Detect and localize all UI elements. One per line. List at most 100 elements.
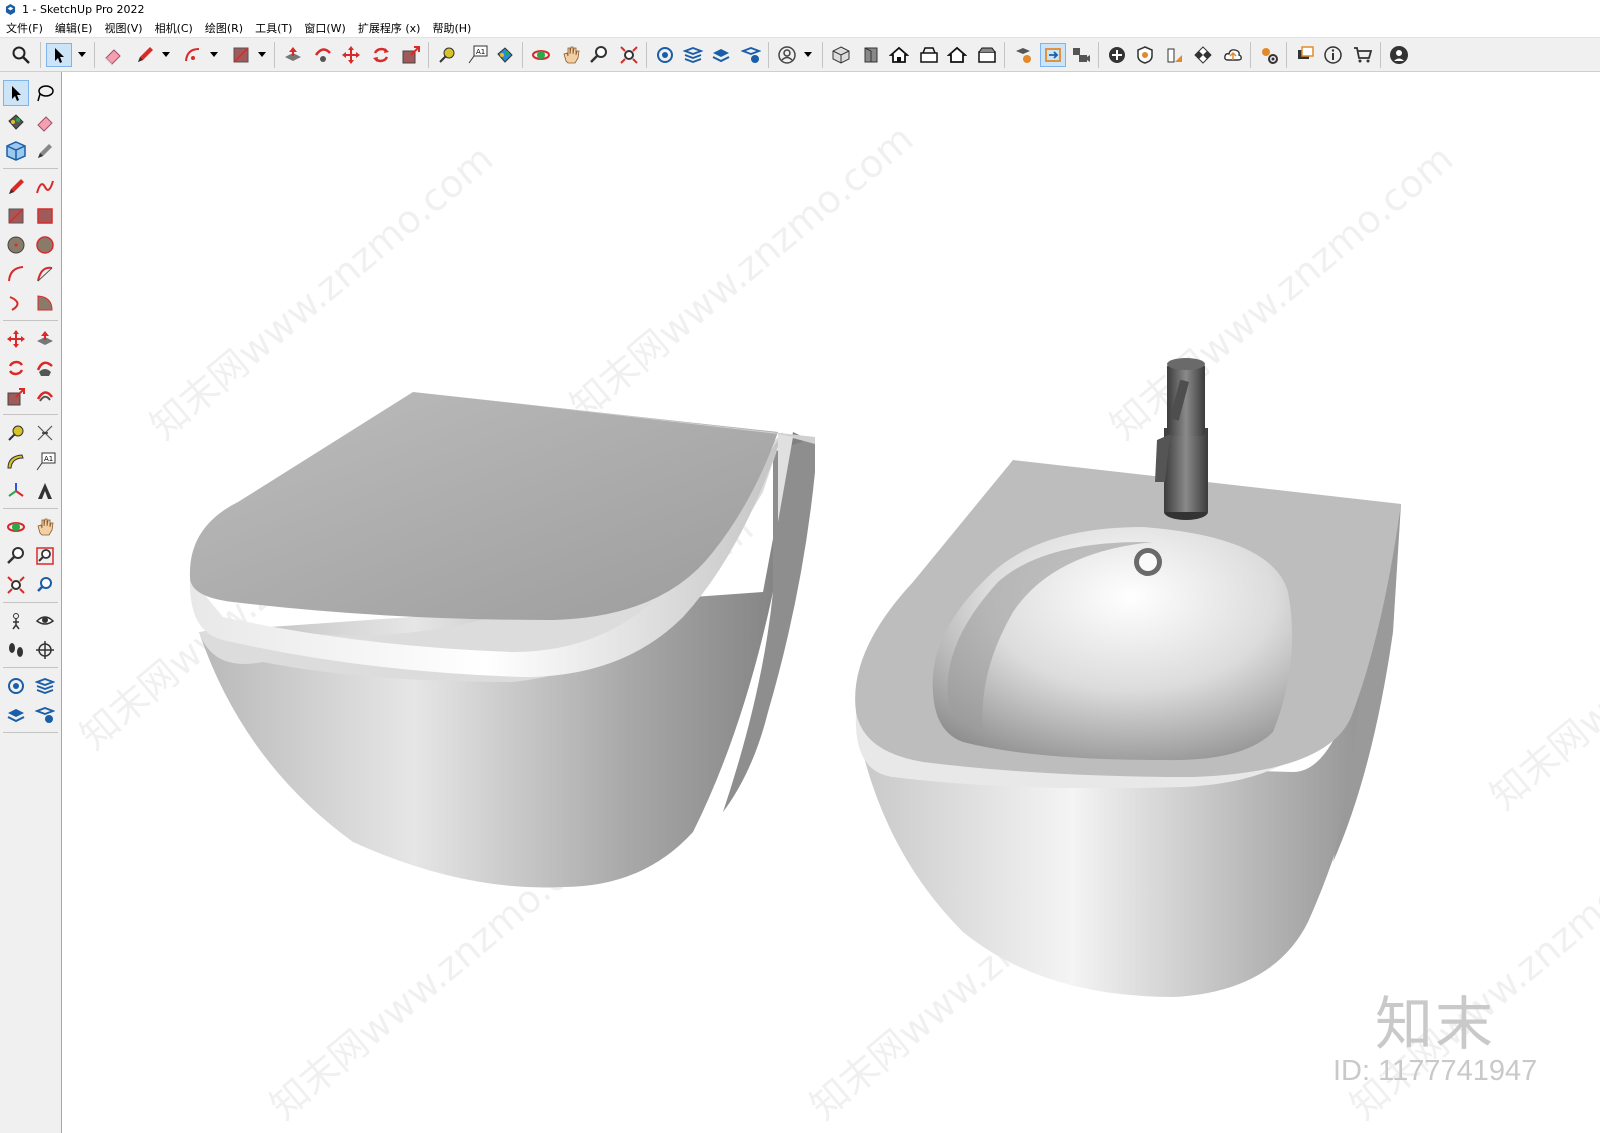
three-point-arc-button[interactable] — [3, 290, 29, 316]
section-plane-button[interactable] — [32, 637, 58, 663]
tag-tool-button[interactable] — [32, 138, 58, 164]
polygon-tool-button[interactable] — [32, 232, 58, 258]
3d-text-button[interactable] — [32, 478, 58, 504]
walk-tool-button[interactable] — [3, 637, 29, 663]
pan-tool-button[interactable] — [558, 43, 584, 67]
rotated-rectangle-button[interactable] — [32, 203, 58, 229]
menu-camera[interactable]: 相机(C) — [149, 20, 199, 36]
menu-view[interactable]: 视图(V) — [98, 20, 148, 36]
move-tool-button[interactable] — [3, 326, 29, 352]
tape-measure-button[interactable] — [3, 420, 29, 446]
lasso-tool-button[interactable] — [32, 80, 58, 106]
scale-tool-button[interactable] — [3, 384, 29, 410]
follow-me-tool-button[interactable] — [310, 43, 336, 67]
look-around-button[interactable] — [32, 608, 58, 634]
push-pull-tool-button[interactable] — [280, 43, 306, 67]
menu-draw[interactable]: 绘图(R) — [199, 20, 249, 36]
pie-tool-button[interactable] — [32, 290, 58, 316]
layers-button[interactable] — [680, 43, 706, 67]
zoom-window-button[interactable] — [32, 543, 58, 569]
account-dropdown[interactable] — [802, 43, 814, 67]
menu-file[interactable]: 文件(F) — [0, 20, 49, 36]
toilet-model[interactable] — [189, 392, 815, 888]
back-view-button[interactable] — [944, 43, 970, 67]
line-tool-button[interactable] — [3, 174, 29, 200]
cloud-upload-button[interactable] — [1220, 43, 1246, 67]
arc-dropdown[interactable] — [208, 43, 220, 67]
user-profile-button[interactable] — [1386, 43, 1412, 67]
style-button[interactable] — [1010, 43, 1036, 67]
bidet-model[interactable] — [855, 358, 1401, 997]
zoom-tool-button[interactable] — [3, 543, 29, 569]
follow-me-tool-button[interactable] — [32, 355, 58, 381]
eraser-tool-button[interactable] — [100, 43, 126, 67]
protractor-tool-button[interactable] — [3, 449, 29, 475]
warehouse-button[interactable] — [3, 673, 29, 699]
layers-button[interactable] — [32, 673, 58, 699]
previous-view-button[interactable] — [32, 572, 58, 598]
settings-button[interactable] — [1256, 43, 1282, 67]
cart-button[interactable] — [1350, 43, 1376, 67]
iso-view-button[interactable] — [828, 43, 854, 67]
dimension-tool-button[interactable] — [32, 420, 58, 446]
select-tool-button[interactable] — [3, 80, 29, 106]
terrain-button[interactable] — [1162, 43, 1188, 67]
scenes-button[interactable] — [1068, 43, 1094, 67]
scale-tool-button[interactable] — [398, 43, 424, 67]
extension-warehouse-button[interactable] — [3, 702, 29, 728]
make-component-button[interactable] — [3, 138, 29, 164]
rotate-tool-button[interactable] — [3, 355, 29, 381]
orbit-tool-button[interactable] — [3, 514, 29, 540]
axes-tool-button[interactable] — [3, 478, 29, 504]
menu-window[interactable]: 窗口(W) — [298, 20, 351, 36]
messages-button[interactable] — [1292, 43, 1318, 67]
search-button[interactable] — [8, 43, 34, 67]
position-camera-button[interactable] — [3, 608, 29, 634]
right-view-button[interactable] — [916, 43, 942, 67]
zoom-extents-button[interactable] — [3, 572, 29, 598]
warehouse-button[interactable] — [652, 43, 678, 67]
rectangle-tool-button[interactable] — [3, 203, 29, 229]
extension-warehouse-button[interactable] — [708, 43, 734, 67]
pencil-dropdown[interactable] — [160, 43, 172, 67]
geo-location-button[interactable] — [1132, 43, 1158, 67]
shapes-dropdown[interactable] — [256, 43, 268, 67]
zoom-extents-button[interactable] — [616, 43, 642, 67]
arc-tool-button[interactable] — [3, 261, 29, 287]
left-view-button[interactable] — [974, 43, 1000, 67]
top-view-button[interactable] — [858, 43, 884, 67]
move-tool-button[interactable] — [338, 43, 364, 67]
rectangle-tool-button[interactable] — [228, 43, 254, 67]
offset-tool-button[interactable] — [32, 384, 58, 410]
paint-bucket-button[interactable] — [492, 43, 518, 67]
menu-extensions[interactable]: 扩展程序 (x) — [352, 20, 427, 36]
menu-edit[interactable]: 编辑(E) — [49, 20, 99, 36]
section-toggle-button[interactable] — [1040, 43, 1066, 67]
rotate-tool-button[interactable] — [368, 43, 394, 67]
zoom-tool-button[interactable] — [586, 43, 612, 67]
tape-measure-button[interactable] — [434, 43, 460, 67]
texture-button[interactable] — [1190, 43, 1216, 67]
pan-tool-button[interactable] — [32, 514, 58, 540]
front-view-button[interactable] — [886, 43, 912, 67]
info-button[interactable] — [1320, 43, 1346, 67]
arc-tool-button[interactable] — [180, 43, 206, 67]
menu-tools[interactable]: 工具(T) — [249, 20, 298, 36]
add-location-button[interactable] — [1104, 43, 1130, 67]
extension-manager-button[interactable] — [32, 702, 58, 728]
orbit-tool-button[interactable] — [528, 43, 554, 67]
eraser-tool-button[interactable] — [32, 109, 58, 135]
pencil-tool-button[interactable] — [132, 43, 158, 67]
account-button[interactable] — [774, 43, 800, 67]
two-point-arc-button[interactable] — [32, 261, 58, 287]
select-tool-button[interactable] — [46, 43, 72, 67]
text-tool-button[interactable]: A1 — [32, 449, 58, 475]
freehand-tool-button[interactable] — [32, 174, 58, 200]
select-dropdown[interactable] — [76, 43, 88, 67]
text-tool-button[interactable]: A1 — [464, 43, 490, 67]
extension-manager-button[interactable] — [738, 43, 764, 67]
push-pull-tool-button[interactable] — [32, 326, 58, 352]
menu-help[interactable]: 帮助(H) — [426, 20, 477, 36]
paint-bucket-button[interactable] — [3, 109, 29, 135]
circle-tool-button[interactable] — [3, 232, 29, 258]
